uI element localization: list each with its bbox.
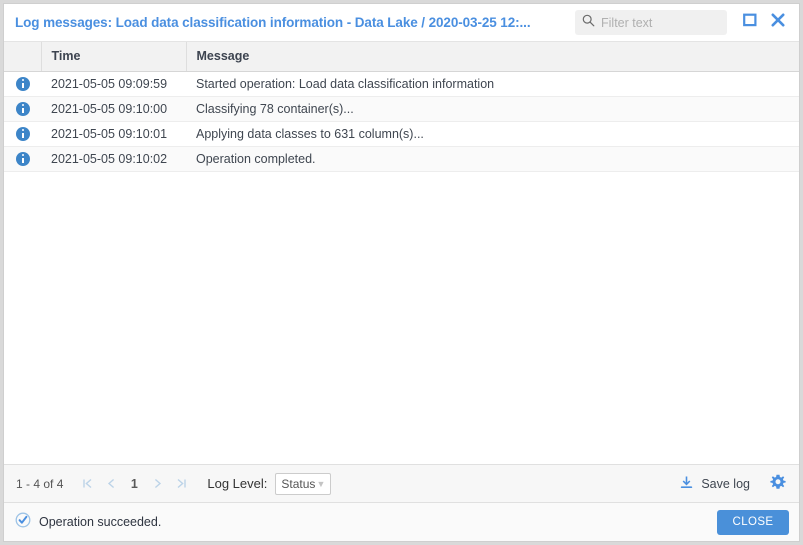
row-level-cell	[4, 121, 41, 146]
table-row[interactable]: 2021-05-05 09:10:01 Applying data classe…	[4, 121, 799, 146]
status-message: Operation succeeded.	[39, 515, 161, 529]
search-icon	[582, 14, 595, 32]
log-toolbar: 1 - 4 of 4 1	[4, 465, 799, 503]
table-body: 2021-05-05 09:09:59 Started operation: L…	[4, 71, 799, 171]
dialog-title-bar: Log messages: Load data classification i…	[4, 4, 799, 42]
log-table: Time Message 2021-05-05 09:09:59 Started…	[4, 42, 799, 172]
chevron-down-icon: ▼	[316, 479, 325, 489]
table-row[interactable]: 2021-05-05 09:10:02 Operation completed.	[4, 146, 799, 171]
info-icon	[16, 127, 30, 141]
first-page-icon	[81, 477, 94, 490]
column-header-level[interactable]	[4, 42, 41, 71]
log-level-select[interactable]: Status ▼	[275, 473, 331, 495]
previous-page-button[interactable]	[101, 474, 121, 494]
page-range-label: 1 - 4 of 4	[16, 477, 63, 491]
maximize-icon	[743, 13, 757, 32]
log-messages-dialog: Log messages: Load data classification i…	[3, 3, 800, 542]
previous-page-icon	[105, 477, 118, 490]
download-icon	[679, 475, 694, 493]
row-message-cell: Started operation: Load data classificat…	[186, 71, 799, 96]
info-icon	[16, 77, 30, 91]
row-message-cell: Classifying 78 container(s)...	[186, 96, 799, 121]
row-time-cell: 2021-05-05 09:10:01	[41, 121, 186, 146]
info-icon	[16, 102, 30, 116]
log-table-container: Time Message 2021-05-05 09:09:59 Started…	[4, 42, 799, 465]
close-icon	[771, 13, 785, 32]
row-message-cell: Applying data classes to 631 column(s)..…	[186, 121, 799, 146]
info-icon	[16, 152, 30, 166]
table-row[interactable]: 2021-05-05 09:09:59 Started operation: L…	[4, 71, 799, 96]
log-level-value: Status	[281, 477, 316, 491]
next-page-icon	[151, 477, 164, 490]
row-message-cell: Operation completed.	[186, 146, 799, 171]
table-empty-space	[4, 172, 799, 465]
maximize-button[interactable]	[739, 12, 761, 34]
table-row[interactable]: 2021-05-05 09:10:00 Classifying 78 conta…	[4, 96, 799, 121]
settings-button[interactable]	[768, 474, 788, 494]
row-time-cell: 2021-05-05 09:10:02	[41, 146, 186, 171]
close-dialog-button[interactable]: CLOSE	[717, 510, 789, 535]
save-log-button[interactable]: Save log	[679, 475, 750, 493]
page-title: Log messages: Load data classification i…	[15, 15, 575, 30]
close-button-titlebar[interactable]	[767, 12, 789, 34]
search-input[interactable]	[601, 16, 720, 30]
column-header-message[interactable]: Message	[186, 42, 799, 71]
column-header-time[interactable]: Time	[41, 42, 186, 71]
row-time-cell: 2021-05-05 09:09:59	[41, 71, 186, 96]
first-page-button[interactable]	[77, 474, 97, 494]
next-page-button[interactable]	[147, 474, 167, 494]
log-level-label: Log Level:	[207, 476, 267, 491]
save-log-label: Save log	[701, 477, 750, 491]
table-header: Time Message	[4, 42, 799, 71]
filter-text-box[interactable]	[575, 10, 727, 35]
status-bar: Operation succeeded. CLOSE	[4, 503, 799, 541]
table-header-row: Time Message	[4, 42, 799, 71]
last-page-button[interactable]	[171, 474, 191, 494]
page-number-1[interactable]: 1	[125, 474, 143, 494]
row-time-cell: 2021-05-05 09:10:00	[41, 96, 186, 121]
gear-icon	[770, 474, 786, 493]
row-level-cell	[4, 146, 41, 171]
pagination-controls: 1	[77, 474, 191, 494]
last-page-icon	[175, 477, 188, 490]
row-level-cell	[4, 96, 41, 121]
row-level-cell	[4, 71, 41, 96]
check-circle-icon	[15, 512, 31, 533]
